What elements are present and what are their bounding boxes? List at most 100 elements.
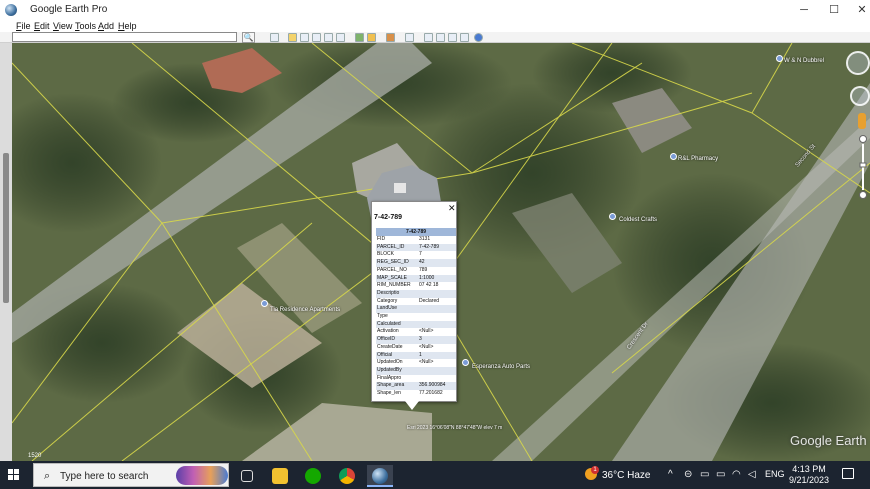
- upwork-icon[interactable]: [300, 465, 326, 487]
- add-placemark-icon[interactable]: [288, 33, 297, 42]
- place-label[interactable]: Coldest Crafts: [619, 217, 657, 223]
- table-row: PARCEL_ID 7-42-789: [376, 243, 456, 252]
- search-button[interactable]: 🔍: [242, 32, 255, 43]
- close-button[interactable]: ✕: [854, 3, 870, 17]
- place-label[interactable]: R&L Pharmacy: [678, 156, 718, 162]
- show-hidden-icons-icon[interactable]: ^: [668, 469, 673, 480]
- add-polygon-icon[interactable]: [300, 33, 309, 42]
- search-icon: ⌕: [44, 470, 51, 482]
- google-earth-taskbar-icon[interactable]: [367, 465, 393, 487]
- attribute-key: UpdatedOn: [377, 359, 403, 366]
- sidebar-toggle-icon[interactable]: [270, 33, 279, 42]
- place-pin-icon[interactable]: [261, 300, 268, 307]
- attribute-value: [418, 289, 456, 298]
- menu-help[interactable]: Help: [118, 21, 137, 31]
- battery-icon[interactable]: ▭: [716, 469, 725, 480]
- sunlight-icon[interactable]: [367, 33, 376, 42]
- menu-tools[interactable]: Tools: [75, 21, 96, 31]
- attribute-value: [418, 305, 456, 314]
- attribute-value: 77.201682: [419, 390, 443, 397]
- windows-start-icon[interactable]: [8, 469, 20, 481]
- scale-label: 1520: [28, 453, 42, 459]
- chrome-icon[interactable]: [334, 465, 360, 487]
- menu-edit[interactable]: Edit: [34, 21, 50, 31]
- clock-date: 9/21/2023: [788, 475, 830, 485]
- place-pin-icon[interactable]: [609, 213, 616, 220]
- attribute-value: [418, 366, 456, 375]
- attribute-value: <Null>: [419, 328, 434, 335]
- attribute-key: PARCEL_NO: [377, 266, 407, 273]
- taskbar-search-box[interactable]: ⌕ Type here to search: [33, 463, 229, 487]
- place-pin-icon[interactable]: [462, 359, 469, 366]
- earth-gallery-icon[interactable]: [474, 33, 483, 42]
- balloon-close-button[interactable]: ✕: [448, 203, 456, 214]
- place-label[interactable]: Esperanza Auto Parts: [472, 364, 530, 370]
- add-overlay-icon[interactable]: [324, 33, 333, 42]
- table-row: Shape_len 77.201682: [376, 390, 456, 398]
- add-path-icon[interactable]: [312, 33, 321, 42]
- google-earth-icon: [5, 4, 17, 16]
- attribute-value: 1:1000: [418, 274, 456, 283]
- table-row: UpdatedOn <Null>: [376, 359, 456, 367]
- window-title: Google Earth Pro: [30, 4, 108, 15]
- attribute-value: 1: [418, 351, 456, 360]
- view-in-maps-icon[interactable]: [460, 33, 469, 42]
- sidebar-scroll-handle[interactable]: [3, 153, 9, 303]
- menu-file[interactable]: File: [16, 21, 31, 31]
- historical-imagery-icon[interactable]: [355, 33, 364, 42]
- task-view-icon[interactable]: [234, 465, 260, 487]
- attribute-key: MAP_SCALE: [376, 274, 418, 283]
- file-explorer-icon[interactable]: [267, 465, 293, 487]
- attribute-key: Calculated: [376, 320, 418, 329]
- attribute-value: <Null>: [419, 359, 434, 366]
- attribute-key: FID: [377, 236, 386, 242]
- place-label[interactable]: Tia Residence Apartments: [270, 307, 340, 313]
- table-header: 7-42-789: [376, 228, 456, 236]
- table-row: UpdatedBy: [376, 366, 456, 375]
- attribute-key: OfficeID: [376, 336, 418, 344]
- attribute-key: RIM_NUMBER: [377, 282, 411, 289]
- minimize-button[interactable]: ─: [796, 3, 812, 17]
- table-row: Shape_area 356.900984: [376, 382, 456, 391]
- table-row: Descriptio: [376, 289, 456, 298]
- print-icon[interactable]: [436, 33, 445, 42]
- system-clock[interactable]: 4:13 PM 9/21/2023: [778, 464, 840, 486]
- ruler-icon[interactable]: [405, 33, 414, 42]
- attribute-value: 3: [418, 336, 456, 344]
- menu-add[interactable]: Add: [98, 21, 114, 31]
- email-icon[interactable]: [424, 33, 433, 42]
- place-label[interactable]: W & N Dubbrel: [784, 58, 824, 64]
- status-bar-text: Esri 2023 16°06'08"N 88°47'48"W elev 7 m: [407, 425, 503, 431]
- planet-switch-icon[interactable]: [386, 33, 395, 42]
- balloon-title: 7-42-789: [374, 214, 403, 221]
- volume-icon[interactable]: ◁: [748, 469, 756, 480]
- attribute-table: 7-42-789 FID 3131 PARCEL_ID 7-42-789 BLOCK 7 R…: [376, 228, 456, 398]
- compass-ring-icon[interactable]: [846, 51, 870, 75]
- attribute-value: [418, 313, 456, 321]
- wifi-icon[interactable]: ◠: [732, 469, 741, 480]
- search-highlight-art: [176, 466, 228, 485]
- storage-icon[interactable]: ▭: [700, 469, 709, 480]
- attribute-value: 7-42-789: [418, 243, 456, 252]
- place-pin-icon[interactable]: [776, 55, 783, 62]
- attribute-key: Shape_area: [376, 382, 418, 391]
- save-image-icon[interactable]: [448, 33, 457, 42]
- clock-time: 4:13 PM: [792, 464, 826, 474]
- table-row: MAP_SCALE 1:1000: [376, 274, 456, 283]
- balloon-tail: [405, 401, 419, 410]
- notification-center-icon[interactable]: [842, 468, 854, 479]
- attribute-key: Descriptio: [376, 289, 418, 298]
- record-tour-icon[interactable]: [336, 33, 345, 42]
- place-pin-icon[interactable]: [670, 153, 677, 160]
- look-joystick-icon[interactable]: [850, 86, 870, 106]
- search-input[interactable]: [12, 32, 237, 42]
- attribute-key: Category: [377, 297, 398, 304]
- menu-view[interactable]: View: [53, 21, 72, 31]
- zoom-slider[interactable]: [859, 135, 867, 199]
- maximize-button[interactable]: ☐: [826, 3, 842, 17]
- table-row: BLOCK 7: [376, 251, 456, 259]
- sidebar-collapsed[interactable]: [0, 43, 12, 461]
- table-row: REG_SEC_ID 42: [376, 259, 456, 267]
- network-status-icon[interactable]: ⊝: [684, 469, 692, 480]
- street-view-pegman-icon[interactable]: [858, 113, 866, 129]
